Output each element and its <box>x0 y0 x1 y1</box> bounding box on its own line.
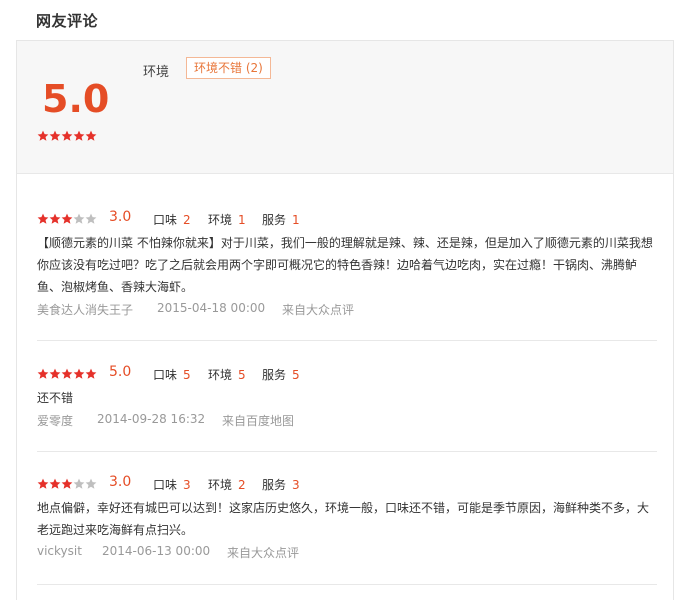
review-time: 2015-04-18 00:00 <box>157 301 266 315</box>
taste-rating: 口味 3 <box>153 476 191 493</box>
taste-label: 口味 <box>153 213 178 227</box>
star-filled-icon <box>49 130 61 142</box>
star-empty-icon <box>85 213 97 225</box>
tag-environment-good[interactable]: 环境不错 (2) <box>186 57 271 79</box>
taste-value: 2 <box>183 213 191 227</box>
star-filled-icon <box>85 130 97 142</box>
star-filled-icon <box>73 368 85 380</box>
overall-score: 5.0 <box>42 77 110 121</box>
review-source: 来自大众点评 <box>282 303 355 317</box>
review-time: 2014-09-28 16:32 <box>97 412 206 426</box>
star-filled-icon <box>61 130 73 142</box>
service-rating: 服务 3 <box>262 476 300 493</box>
service-label: 服务 <box>262 213 287 227</box>
star-empty-icon <box>85 478 97 490</box>
service-rating: 服务 5 <box>262 366 300 383</box>
review-item: 5.0 口味 5 环境 5 服务 5 还不错 爱零度 2014-09-28 16:32… <box>37 364 657 452</box>
review-content: 还不错 <box>37 391 74 405</box>
section-title: 网友评论 <box>36 12 99 30</box>
review-score: 3.0 <box>109 209 132 225</box>
review-user[interactable]: 美食达人消失王子 <box>37 301 133 318</box>
environment-value: 1 <box>238 213 246 227</box>
review-user[interactable]: vickysit <box>37 544 82 558</box>
environment-value: 5 <box>238 368 246 382</box>
service-value: 5 <box>292 368 300 382</box>
star-empty-icon <box>73 478 85 490</box>
review-item: 3.0 口味 2 环境 1 服务 1 【顺德元素的川菜 不怕辣你就来】对于川菜，我们一… <box>37 209 657 341</box>
review-content: 【顺德元素的川菜 不怕辣你就来】对于川菜，我们一般的理解就是辣、辣、还是辣，但是… <box>37 236 653 294</box>
review-item: 3.0 口味 3 环境 2 服务 3 地点偏僻，幸好还有城巴可以达到！这家店历史悠久，… <box>37 474 657 585</box>
review-user[interactable]: 爱零度 <box>37 412 73 429</box>
environment-rating: 环境 2 <box>208 476 246 493</box>
environment-label: 环境 <box>208 213 233 227</box>
review-star-rating <box>37 368 97 387</box>
reviews-panel: 5.0 环境 环境不错 (2) 3.0 口味 2 环境 1 服务 1 【顺德元素的川菜… <box>16 40 674 600</box>
review-time: 2014-06-13 00:00 <box>102 544 211 558</box>
environment-label: 环境 <box>208 478 233 492</box>
star-filled-icon <box>49 213 61 225</box>
star-filled-icon <box>61 213 73 225</box>
review-star-rating <box>37 213 97 232</box>
star-filled-icon <box>85 368 97 380</box>
service-rating: 服务 1 <box>262 211 300 228</box>
review-source: 来自百度地图 <box>222 414 295 428</box>
taste-rating: 口味 2 <box>153 211 191 228</box>
star-filled-icon <box>61 368 73 380</box>
star-filled-icon <box>73 130 85 142</box>
service-value: 3 <box>292 478 300 492</box>
star-filled-icon <box>49 368 61 380</box>
taste-value: 3 <box>183 478 191 492</box>
tag-category-label: 环境 <box>143 65 170 80</box>
star-filled-icon <box>61 478 73 490</box>
review-content: 地点偏僻，幸好还有城巴可以达到！这家店历史悠久，环境一般，口味还不错，可能是季节… <box>37 501 650 537</box>
environment-rating: 环境 5 <box>208 366 246 383</box>
overall-star-rating <box>37 130 97 149</box>
taste-label: 口味 <box>153 368 178 382</box>
service-value: 1 <box>292 213 300 227</box>
star-empty-icon <box>73 213 85 225</box>
star-filled-icon <box>49 478 61 490</box>
service-label: 服务 <box>262 368 287 382</box>
service-label: 服务 <box>262 478 287 492</box>
review-score: 3.0 <box>109 474 132 490</box>
environment-rating: 环境 1 <box>208 211 246 228</box>
star-filled-icon <box>37 478 49 490</box>
environment-value: 2 <box>238 478 246 492</box>
review-star-rating <box>37 478 97 497</box>
review-score: 5.0 <box>109 364 132 380</box>
environment-label: 环境 <box>208 368 233 382</box>
star-filled-icon <box>37 213 49 225</box>
review-source: 来自大众点评 <box>227 546 300 560</box>
taste-label: 口味 <box>153 478 178 492</box>
rating-summary: 5.0 环境 环境不错 (2) <box>17 41 673 174</box>
star-filled-icon <box>37 130 49 142</box>
star-filled-icon <box>37 368 49 380</box>
taste-value: 5 <box>183 368 191 382</box>
taste-rating: 口味 5 <box>153 366 191 383</box>
